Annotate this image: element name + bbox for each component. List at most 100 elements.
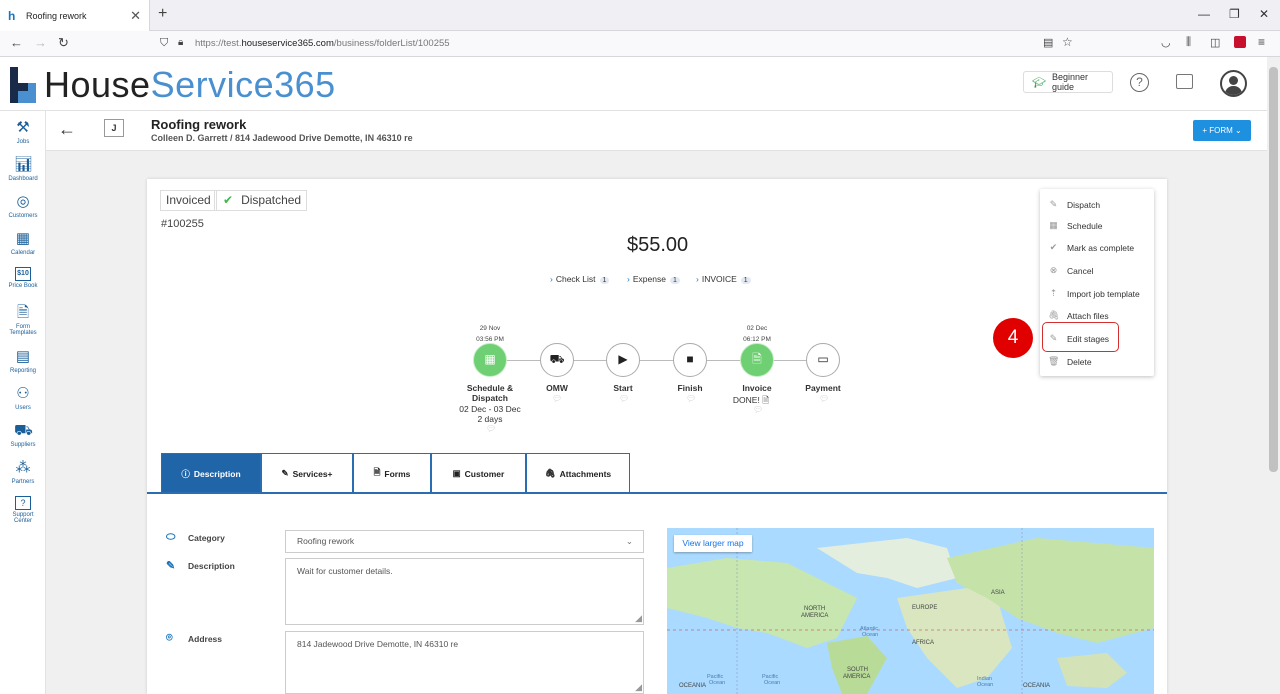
sidebar-label: Customers (8, 213, 38, 219)
invoice-doc-icon[interactable]: 🗎︎ (762, 395, 769, 405)
back-arrow-icon[interactable]: ← (58, 119, 76, 140)
stage-duration: 2 days (477, 414, 503, 424)
play-icon: ▶ (618, 352, 628, 366)
stage-omw[interactable]: ⛟ (540, 343, 574, 377)
folder-icon[interactable] (1176, 74, 1193, 89)
tab-attachments[interactable]: 🖇︎ Attachments (526, 453, 630, 493)
close-tab-icon[interactable]: ✕ (130, 8, 141, 24)
sidebar-item-form-templates[interactable]: 🗎︎ Form Templates (0, 304, 46, 336)
comment-icon[interactable]: 💬︎ (753, 405, 763, 414)
bookmark-star-icon[interactable]: ☆ (1062, 35, 1073, 49)
comment-icon[interactable]: 💬︎ (552, 394, 562, 403)
tools-icon: ⚒ (16, 119, 30, 136)
link-label: Expense (632, 274, 666, 284)
logo[interactable]: House Service365 (8, 61, 336, 109)
map-label: Ocean (764, 680, 781, 686)
help-icon[interactable]: ? (1130, 73, 1149, 92)
address-bar[interactable]: https://test.houseservice365.com/busines… (195, 38, 450, 49)
map-label: SOUTH (847, 667, 868, 673)
sidebar-toggle-icon[interactable]: ◫ (1210, 36, 1220, 49)
menu-item-label: Delete (1067, 356, 1092, 367)
description-value: Wait for customer details. (297, 566, 393, 576)
chevron-down-icon: ⌄ (625, 536, 633, 546)
menu-item-attach-files[interactable]: 🖇︎ Attach files (1048, 310, 1109, 321)
info-icon: ⓘ (181, 468, 190, 479)
user-avatar-icon[interactable] (1220, 70, 1247, 97)
sidebar-item-calendar[interactable]: ▦ Calendar (0, 230, 46, 256)
resize-handle-icon[interactable]: ◢ (635, 682, 642, 693)
chevron-right-icon: › (696, 274, 699, 284)
stage-schedule-dispatch[interactable]: ▦ (473, 343, 507, 377)
sidebar-item-reporting[interactable]: ▤ Reporting (0, 348, 46, 374)
beginner-guide-button[interactable]: 🎓︎ Beginner guide (1023, 71, 1113, 93)
stage-date-time: 06:12 PM (743, 336, 771, 343)
sidebar-item-customers[interactable]: ◎ Customers (0, 193, 46, 219)
menu-item-label: Dispatch (1067, 199, 1101, 210)
menu-item-label: Attach files (1067, 310, 1109, 321)
location-map[interactable]: NORTH AMERICA EUROPE ASIA AFRICA SOUTH A… (667, 528, 1154, 694)
description-textarea[interactable]: Wait for customer details. ◢ (285, 558, 644, 625)
support-icon: ? (15, 496, 31, 510)
resize-handle-icon[interactable]: ◢ (635, 613, 642, 624)
scrollbar-thumb[interactable] (1269, 67, 1278, 472)
map-label: ASIA (991, 590, 1005, 596)
sidebar-item-jobs[interactable]: ⚒ Jobs (0, 119, 46, 145)
stage-invoice[interactable]: 🗎︎ (740, 343, 774, 377)
menu-item-mark-complete[interactable]: ✔ Mark as complete (1048, 242, 1134, 253)
library-icon[interactable]: ⫼ (1186, 36, 1191, 49)
comment-icon[interactable]: 💬︎ (619, 394, 629, 403)
tab-forms[interactable]: 🗎︎ Forms (353, 453, 431, 493)
document-icon: 🗎︎ (373, 466, 381, 477)
tab-description[interactable]: ⓘ Description (161, 453, 261, 493)
pocket-icon[interactable]: ◡ (1161, 36, 1171, 49)
menu-icon[interactable]: ≡ (1258, 35, 1265, 49)
close-window-icon[interactable]: ✕ (1259, 7, 1269, 21)
shield-icon[interactable]: ⛉ (160, 37, 168, 50)
stage-payment[interactable]: ▭ (806, 343, 840, 377)
new-tab-icon[interactable]: + (158, 5, 167, 23)
form-templates-icon: 🗎︎ (16, 304, 30, 321)
sidebar-label: Jobs (16, 139, 30, 145)
stage-start[interactable]: ▶ (606, 343, 640, 377)
forward-icon[interactable]: → (34, 35, 47, 50)
paperclip-icon: 🖇︎ (544, 468, 556, 478)
category-select[interactable]: Roofing rework ⌄ (285, 530, 644, 553)
browser-tab[interactable]: h Roofing rework ✕ (0, 0, 150, 31)
reload-icon[interactable]: ↻ (58, 35, 69, 51)
comment-icon[interactable]: 💬︎ (486, 424, 496, 433)
back-icon[interactable]: ← (10, 35, 23, 50)
menu-item-dispatch[interactable]: ✎ Dispatch (1048, 199, 1100, 210)
add-form-button[interactable]: + FORM ⌄ (1193, 120, 1251, 141)
checklist-link[interactable]: › Check List 1 (550, 274, 610, 284)
extension-icon[interactable] (1234, 36, 1246, 48)
expense-link[interactable]: › Expense 1 (627, 274, 680, 284)
job-price: $55.00 (627, 234, 689, 256)
sidebar-item-partners[interactable]: ⁂ Partners (0, 459, 46, 485)
stage-finish[interactable]: ■ (673, 343, 707, 377)
sidebar-item-support-center[interactable]: ? Support Center (0, 496, 46, 524)
view-larger-map-link[interactable]: View larger map (674, 535, 752, 552)
menu-item-schedule[interactable]: ▦ Schedule (1048, 220, 1102, 231)
comment-icon[interactable]: 💬︎ (686, 394, 696, 403)
invoice-link[interactable]: › INVOICE 1 (696, 274, 751, 284)
sidebar-item-dashboard[interactable]: 📊︎ Dashboard (0, 156, 46, 182)
edit-stages-highlight (1042, 322, 1119, 352)
sidebar-item-price-book[interactable]: $10 Price Book (0, 267, 46, 289)
restore-icon[interactable]: ❐ (1229, 7, 1240, 21)
tab-customer[interactable]: ▣ Customer (431, 453, 526, 493)
address-textarea[interactable]: 814 Jadewood Drive Demotte, IN 46310 re ◢ (285, 631, 644, 694)
map-label: OCEANIA (1023, 683, 1051, 689)
check-icon: ✔ (1049, 242, 1058, 252)
tab-services[interactable]: ✎ Services+ (261, 453, 353, 493)
sidebar-item-suppliers[interactable]: ⛟ Suppliers (0, 422, 46, 448)
menu-item-cancel[interactable]: ⊗ Cancel (1048, 265, 1094, 276)
menu-item-import-template[interactable]: ⇡ Import job template (1048, 288, 1140, 299)
comment-icon[interactable]: 💬︎ (819, 394, 829, 403)
page-scrollbar[interactable] (1267, 57, 1280, 694)
stage-status-done: DONE! 🗎︎ (711, 395, 791, 405)
minimize-icon[interactable]: — (1198, 7, 1210, 21)
menu-item-delete[interactable]: 🗑︎ Delete (1048, 356, 1092, 367)
reader-view-icon[interactable]: ▤ (1043, 36, 1053, 49)
logo-text-house: House (44, 64, 151, 105)
sidebar-item-users[interactable]: ⚇ Users (0, 385, 46, 411)
